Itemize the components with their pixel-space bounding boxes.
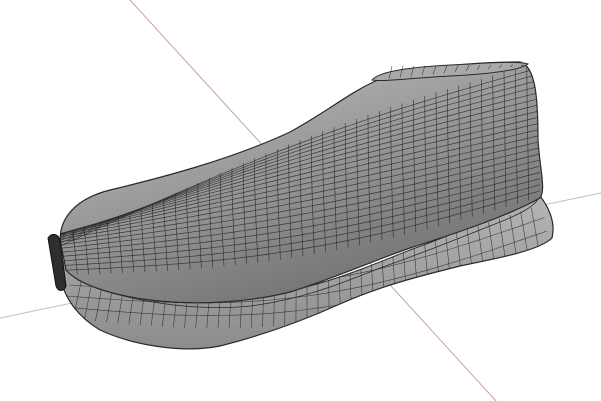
3d-scene-canvas[interactable] <box>0 0 601 401</box>
shoe-upper[interactable] <box>54 61 544 304</box>
modeling-viewport[interactable] <box>0 0 601 401</box>
